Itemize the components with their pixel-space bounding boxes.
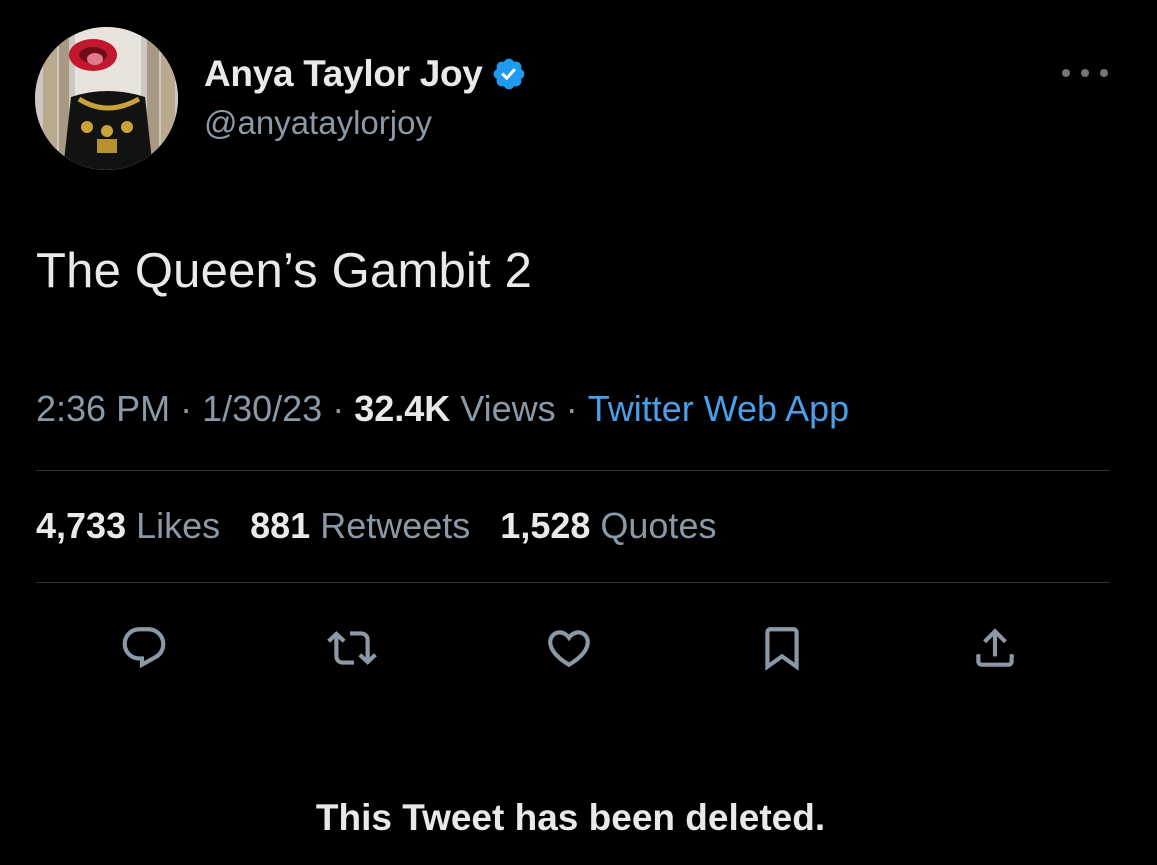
retweets-stat[interactable]: 881 Retweets <box>250 505 470 547</box>
share-icon <box>976 628 1014 667</box>
tweet-source-link[interactable]: Twitter Web App <box>588 388 849 429</box>
author-display-name[interactable]: Anya Taylor Joy <box>204 53 483 95</box>
tweet-deleted-notice: This Tweet has been deleted. <box>315 797 826 838</box>
views-label: Views <box>460 388 556 429</box>
likes-label: Likes <box>136 505 221 546</box>
more-dot <box>1081 69 1089 77</box>
tweet-text: The Queen’s Gambit 2 <box>36 244 533 298</box>
views-count[interactable]: 32.4K <box>354 388 450 429</box>
tweet-detail: Anya Taylor Joy @anyataylorjoy The Queen… <box>0 0 1157 865</box>
reply-icon <box>122 627 166 669</box>
separator: · <box>180 388 193 429</box>
action-bar <box>0 612 1157 684</box>
tweet-date[interactable]: 1/30/23 <box>202 388 322 429</box>
retweets-label: Retweets <box>320 505 471 546</box>
verified-badge-icon <box>491 56 527 92</box>
retweet-icon <box>327 631 377 665</box>
author-handle[interactable]: @anyataylorjoy <box>204 104 432 142</box>
profile-photo <box>35 27 178 170</box>
tweet-meta: 2:36 PM · 1/30/23 · 32.4K Views · Twitter Web … <box>36 388 849 430</box>
separator: · <box>332 388 345 429</box>
quotes-count: 1,528 <box>500 505 591 546</box>
divider <box>36 582 1110 583</box>
avatar[interactable] <box>35 27 178 170</box>
more-options-icon[interactable] <box>1062 60 1108 86</box>
quotes-stat[interactable]: 1,528 Quotes <box>500 505 716 547</box>
retweets-count: 881 <box>250 505 311 546</box>
reply-button[interactable] <box>108 612 180 684</box>
more-dot <box>1062 69 1070 77</box>
retweet-button[interactable] <box>316 612 388 684</box>
bookmark-icon <box>765 627 799 671</box>
tweet-time[interactable]: 2:36 PM <box>36 388 170 429</box>
more-dot <box>1100 69 1108 77</box>
bookmark-button[interactable] <box>746 612 818 684</box>
quotes-label: Quotes <box>600 505 717 546</box>
like-icon <box>548 630 590 668</box>
separator: · <box>565 388 578 429</box>
author-name-row[interactable]: Anya Taylor Joy <box>204 52 527 96</box>
likes-count: 4,733 <box>36 505 127 546</box>
like-button[interactable] <box>533 612 605 684</box>
likes-stat[interactable]: 4,733 Likes <box>36 505 220 547</box>
share-button[interactable] <box>959 612 1031 684</box>
tweet-stats: 4,733 Likes 881 Retweets 1,528 Quotes <box>36 505 746 547</box>
divider <box>36 470 1110 471</box>
